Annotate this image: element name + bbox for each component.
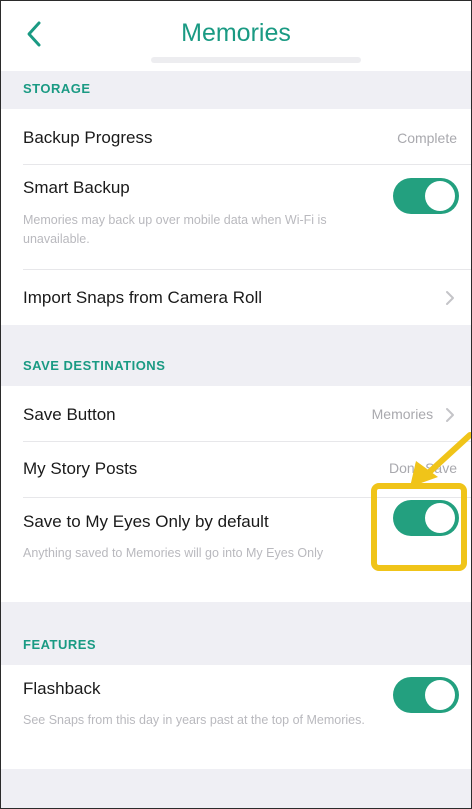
save-button-value-wrap: Memories — [372, 406, 455, 423]
smart-backup-row: Smart Backup Memories may back up over m… — [1, 165, 471, 269]
my-story-posts-label: My Story Posts — [23, 459, 138, 478]
page-title: Memories — [181, 19, 291, 47]
toggle-knob — [425, 181, 455, 211]
features-group: Flashback See Snaps from this day in yea… — [1, 665, 471, 769]
backup-progress-value: Complete — [397, 130, 457, 146]
my-eyes-only-label: Save to My Eyes Only by default — [23, 512, 269, 531]
memories-settings-screen: Memories STORAGE Backup Progress Complet… — [0, 0, 472, 809]
chevron-right-icon — [446, 291, 454, 305]
header-faded-placeholder — [151, 57, 361, 63]
chevron-right-icon — [446, 408, 454, 423]
annotation-highlight-box — [371, 483, 467, 571]
flashback-toggle[interactable] — [393, 677, 459, 713]
save-button-value: Memories — [371, 406, 434, 422]
toggle-knob — [425, 680, 455, 710]
save-button-label: Save Button — [23, 405, 116, 424]
import-snaps-row[interactable]: Import Snaps from Camera Roll — [1, 270, 471, 325]
flashback-description: See Snaps from this day in years past at… — [23, 713, 365, 727]
import-snaps-label: Import Snaps from Camera Roll — [23, 288, 263, 307]
annotation-arrow-icon — [410, 432, 471, 487]
backup-progress-row[interactable]: Backup Progress Complete — [1, 109, 471, 164]
section-header-features: FEATURES — [23, 637, 97, 652]
smart-backup-label: Smart Backup — [23, 178, 130, 197]
section-header-storage: STORAGE — [23, 81, 91, 96]
flashback-row: Flashback See Snaps from this day in yea… — [1, 665, 471, 769]
header-bar: Memories — [1, 1, 471, 71]
smart-backup-description: Memories may back up over mobile data wh… — [23, 213, 327, 246]
storage-group: Backup Progress Complete Smart Backup Me… — [1, 109, 471, 325]
my-eyes-only-description: Anything saved to Memories will go into … — [23, 546, 324, 560]
backup-progress-label: Backup Progress — [23, 128, 153, 147]
smart-backup-toggle[interactable] — [393, 178, 459, 214]
section-header-save-destinations: SAVE DESTINATIONS — [23, 358, 166, 373]
flashback-label: Flashback — [23, 679, 101, 698]
